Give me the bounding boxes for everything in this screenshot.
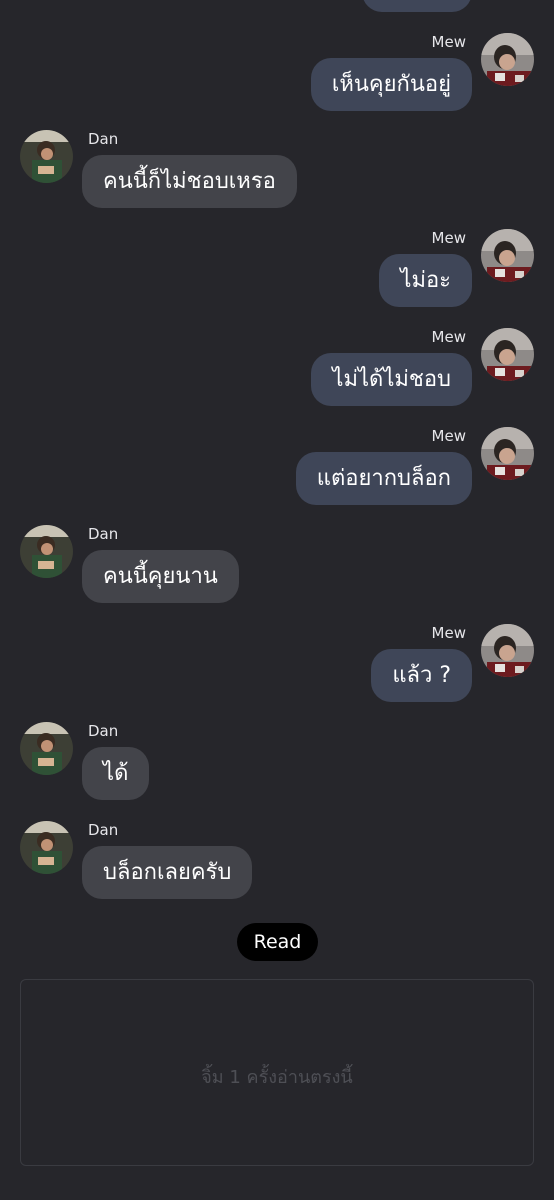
avatar-mew-image: [481, 427, 534, 480]
avatar-mew-image: [481, 624, 534, 677]
avatar[interactable]: [20, 821, 73, 874]
message-bubble[interactable]: แล้ว ?: [371, 649, 472, 702]
avatar-dan-image: [20, 722, 73, 775]
message-bubble[interactable]: บล็อกเลยครับ: [82, 846, 253, 899]
sender-name: Mew: [431, 624, 466, 642]
sender-name: Mew: [431, 328, 466, 346]
sender-name: Mew: [431, 427, 466, 445]
avatar-mew-image: [481, 229, 534, 282]
avatar-dan-image: [20, 821, 73, 874]
read-indicator: Read: [237, 923, 318, 961]
avatar[interactable]: [481, 33, 534, 86]
sender-name: Dan: [88, 722, 119, 740]
tap-to-read-area[interactable]: จิ้ม 1 ครั้งอ่านตรงนี้: [20, 979, 534, 1166]
message-bubble[interactable]: คนนี้ก็ไม่ชอบเหรอ: [82, 155, 297, 208]
message-bubble[interactable]: เห็นคุยกันอยู่: [310, 58, 472, 111]
sender-name: Dan: [88, 130, 119, 148]
sender-name: Dan: [88, 525, 119, 543]
avatar-dan-image: [20, 525, 73, 578]
tap-to-read-placeholder: จิ้ม 1 ครั้งอ่านตรงนี้: [201, 1067, 353, 1088]
avatar[interactable]: [20, 525, 73, 578]
avatar[interactable]: [481, 229, 534, 282]
sender-name: Mew: [431, 229, 466, 247]
avatar[interactable]: [481, 427, 534, 480]
sender-name: Mew: [431, 33, 466, 51]
avatar[interactable]: [481, 328, 534, 381]
chat-screen: Mew เห็นคุยกันอยู่ Dan คนนี้ก็ไม่ชอบเหรอ…: [0, 0, 554, 1200]
message-bubble[interactable]: ไม่อะ: [379, 254, 472, 307]
message-bubble[interactable]: คนนี้คุยนาน: [82, 550, 239, 603]
message-bubble[interactable]: ได้: [82, 747, 150, 800]
avatar-mew-image: [481, 328, 534, 381]
avatar-dan-image: [20, 130, 73, 183]
previous-message-bubble: [362, 0, 472, 12]
avatar[interactable]: [20, 130, 73, 183]
message-bubble[interactable]: แต่อยากบล็อก: [295, 452, 472, 505]
avatar[interactable]: [20, 722, 73, 775]
avatar[interactable]: [481, 624, 534, 677]
sender-name: Dan: [88, 821, 119, 839]
avatar-mew-image: [481, 33, 534, 86]
message-bubble[interactable]: ไม่ได้ไม่ชอบ: [311, 353, 472, 406]
